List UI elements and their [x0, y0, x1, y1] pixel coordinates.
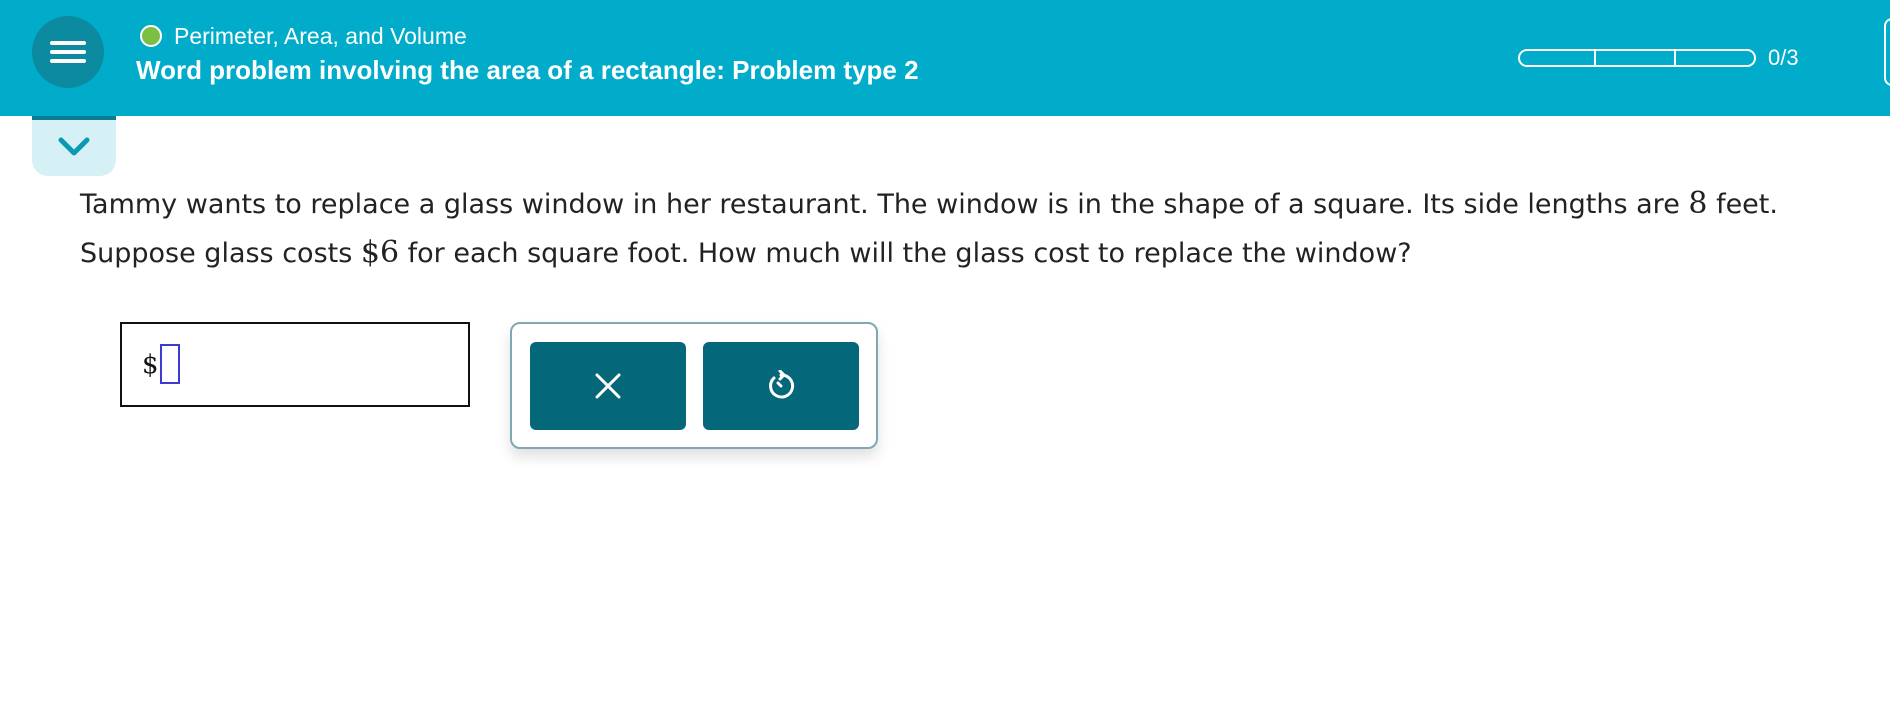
side-panel-tab[interactable]: [1884, 18, 1890, 86]
problem-title: Word problem involving the area of a rec…: [136, 55, 919, 85]
answer-entry-slot[interactable]: [160, 344, 180, 384]
question-text-segment: for each square foot. How much will the …: [399, 238, 1412, 269]
answer-input[interactable]: $: [120, 322, 470, 407]
topic-status-icon: [140, 25, 162, 47]
progress-segment: [1518, 49, 1596, 67]
topic-row: Perimeter, Area, and Volume: [140, 22, 467, 50]
close-icon: [595, 373, 621, 399]
clear-button[interactable]: [530, 342, 686, 430]
question-text-segment: feet.: [1707, 189, 1778, 220]
undo-button[interactable]: [703, 342, 859, 430]
question-text-segment: Suppose glass costs: [80, 238, 361, 269]
side-length-value: 8: [1688, 186, 1708, 221]
top-bar: Perimeter, Area, and Volume Word problem…: [0, 0, 1890, 116]
currency-prefix: $: [142, 350, 159, 380]
question-text: Tammy wants to replace a glass window in…: [80, 180, 1880, 278]
menu-button[interactable]: [32, 16, 104, 88]
progress-count: 0/3: [1768, 45, 1799, 70]
question-line-2: Suppose glass costs $6 for each square f…: [80, 229, 1880, 278]
answer-tools-panel: [510, 322, 878, 449]
topic-label: Perimeter, Area, and Volume: [174, 22, 467, 49]
collapse-header-button[interactable]: [32, 116, 116, 176]
progress-segment: [1596, 49, 1676, 67]
undo-icon: [769, 370, 795, 399]
question-text-segment: Tammy wants to replace a glass window in…: [80, 189, 1689, 220]
progress-bar: 0/3: [1518, 45, 1799, 71]
price-value: $6: [360, 235, 400, 270]
progress-segment: [1676, 49, 1756, 67]
chevron-down-icon: [58, 137, 90, 156]
question-line-1: Tammy wants to replace a glass window in…: [80, 180, 1880, 229]
